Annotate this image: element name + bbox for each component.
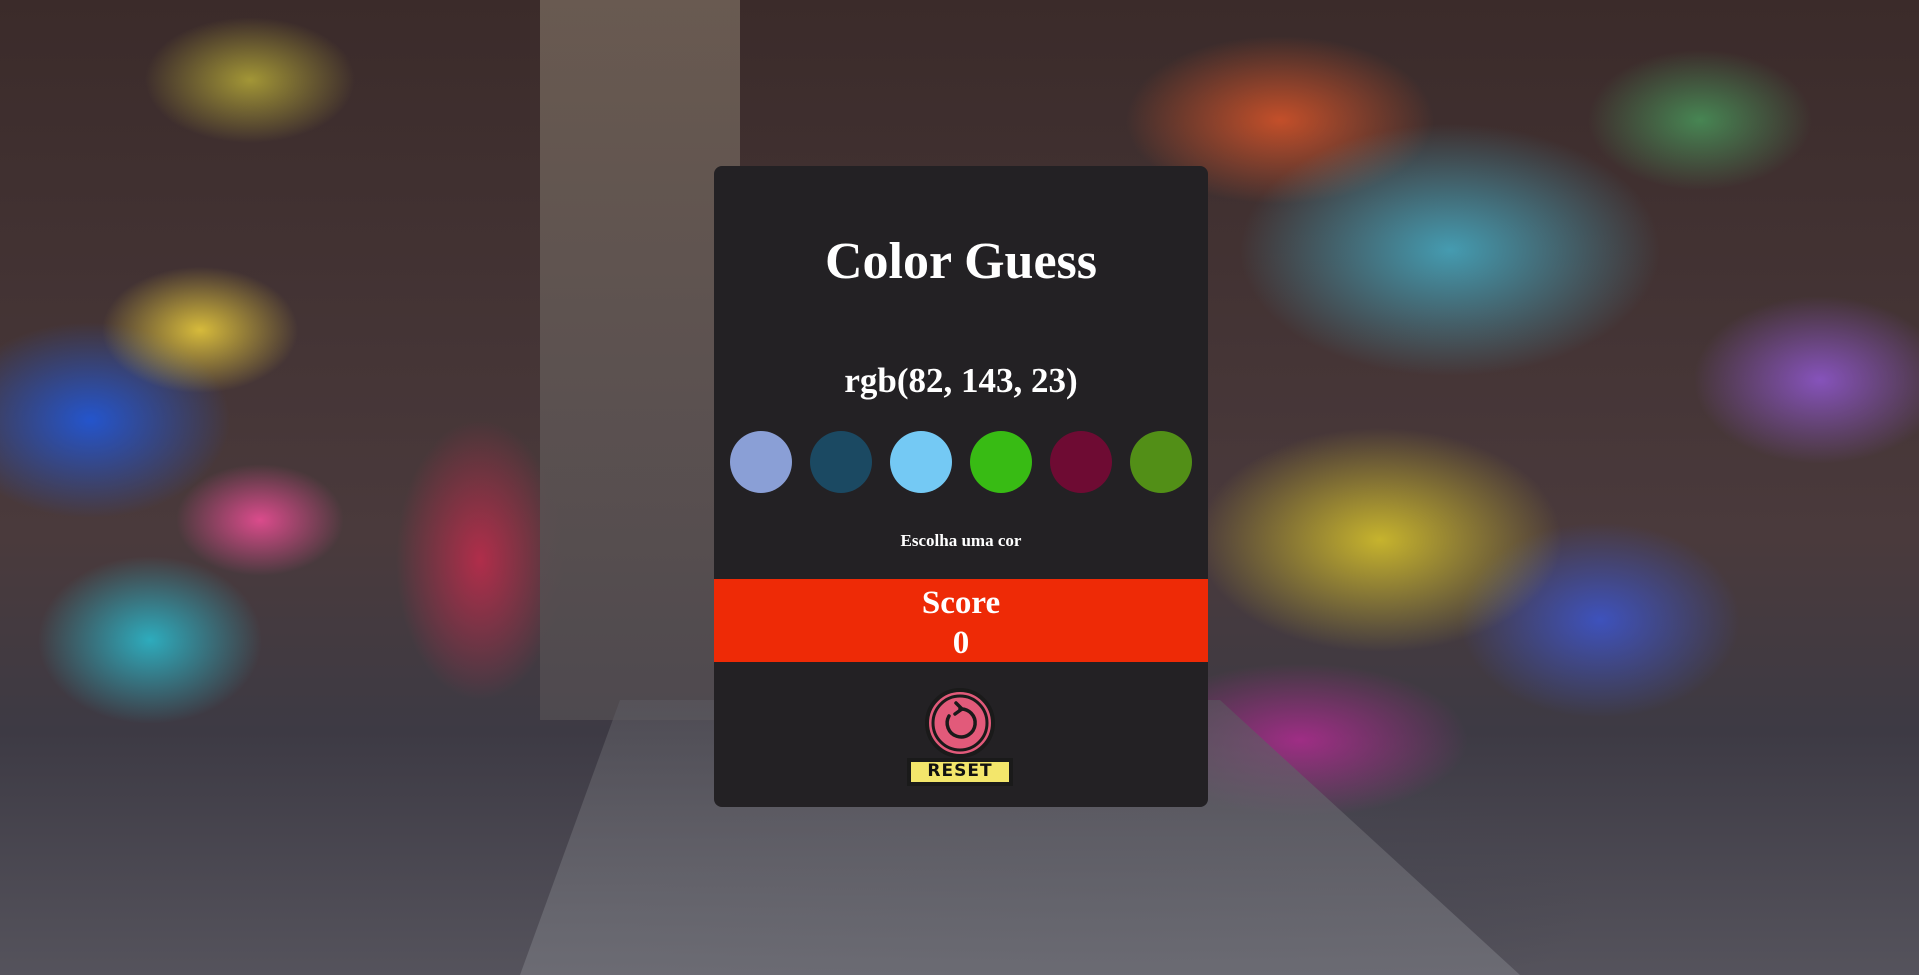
score-value: 0 [952,625,970,661]
color-option-5[interactable] [1050,431,1112,493]
game-card: Color Guess rgb(82, 143, 23) Escolha uma… [714,166,1208,807]
color-options [730,431,1192,493]
reset-icon [925,688,995,758]
color-option-2[interactable] [810,431,872,493]
status-message: Escolha uma cor [900,531,1022,550]
color-option-3[interactable] [890,431,952,493]
color-option-1[interactable] [730,431,792,493]
target-rgb-text: rgb(82, 143, 23) [844,361,1078,400]
score-panel: Score 0 [714,579,1208,662]
reset-button[interactable]: RESET [900,686,1020,792]
reset-label: RESET [927,761,993,781]
reset-plate: RESET [907,758,1013,786]
game-title: Color Guess [824,233,1098,290]
score-label: Score [921,585,1001,621]
background-alley [540,0,740,720]
color-option-6[interactable] [1130,431,1192,493]
color-option-4[interactable] [970,431,1032,493]
